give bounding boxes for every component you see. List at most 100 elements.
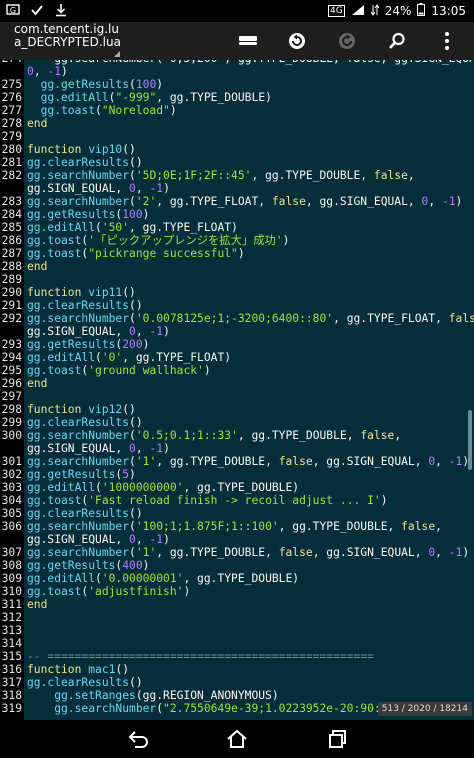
code-line[interactable]: 316 function mac1() bbox=[0, 663, 474, 676]
code-line[interactable]: 282 gg.searchNumber('5D;0E;1F;2F::45', gg… bbox=[0, 169, 474, 182]
code-line[interactable]: 300 gg.searchNumber('0.5;0.1;1::33', gg.T… bbox=[0, 429, 474, 442]
code-line[interactable]: 318 gg.setRanges(gg.REGION_ANONYMOUS) bbox=[0, 689, 474, 702]
code-text: gg.editAll('0', gg.TYPE_FLOAT) bbox=[27, 351, 231, 364]
code-line[interactable]: 309 gg.editAll('0.00000001', gg.TYPE_DOUB… bbox=[0, 572, 474, 585]
code-line[interactable]: 304 gg.toast('Fast reload finish -> recoi… bbox=[0, 494, 474, 507]
code-line[interactable]: 305 gg.clearResults() bbox=[0, 507, 474, 520]
code-text: end bbox=[27, 598, 47, 611]
code-text: gg.searchNumber('1', gg.TYPE_DOUBLE, fal… bbox=[27, 546, 469, 559]
code-token: ) bbox=[455, 195, 463, 208]
code-editor[interactable]: 274 gg.searchNumber('0;3;200', gg.TYPE_D… bbox=[0, 60, 474, 720]
code-line[interactable]: 278 end bbox=[0, 117, 474, 130]
code-line[interactable]: 313 bbox=[0, 624, 474, 637]
code-token: , bbox=[428, 195, 442, 208]
code-text: gg.searchNumber('100;1;1.875F;1::100', g… bbox=[27, 520, 442, 533]
code-line[interactable]: 299 gg.clearResults() bbox=[0, 416, 474, 429]
code-line[interactable]: 302 gg.getResults(5) bbox=[0, 468, 474, 481]
code-line[interactable]: 308 gg.getResults(400) bbox=[0, 559, 474, 572]
code-token: ( bbox=[129, 312, 136, 325]
code-token: ( bbox=[95, 221, 102, 234]
code-line[interactable]: 291 gg.clearResults() bbox=[0, 299, 474, 312]
undo-icon[interactable] bbox=[286, 30, 308, 52]
code-line[interactable]: gg.SIGN_EQUAL, 0, -1) bbox=[0, 325, 474, 338]
code-token: , gg.TYPE_FLOAT) bbox=[122, 351, 232, 364]
code-line[interactable]: 296 end bbox=[0, 377, 474, 390]
code-line[interactable]: 281 gg.clearResults() bbox=[0, 156, 474, 169]
code-text: gg.getResults(200) bbox=[27, 338, 149, 351]
code-token: , bbox=[407, 169, 415, 182]
code-text: gg.editAll('0.00000001', gg.TYPE_DOUBLE) bbox=[27, 572, 299, 585]
recent-apps-icon[interactable] bbox=[327, 729, 349, 749]
status-bar: G 4G 24% 13:05 bbox=[0, 0, 474, 22]
code-token: mac1 bbox=[88, 663, 116, 676]
code-token: ( bbox=[129, 429, 136, 442]
code-token: ( bbox=[95, 481, 102, 494]
code-token: end bbox=[27, 598, 48, 611]
code-token: (gg.REGION_ANONYMOUS) bbox=[135, 689, 279, 702]
code-line[interactable]: gg.SIGN_EQUAL, 0, -1) bbox=[0, 182, 474, 195]
code-text: gg.getResults(100) bbox=[27, 78, 163, 91]
code-line[interactable]: 285 gg.editAll('50', gg.TYPE_FLOAT) bbox=[0, 221, 474, 234]
code-line[interactable]: 279 bbox=[0, 130, 474, 143]
file-title[interactable]: com.tencent.ig.lua_DECRYPTED.lua bbox=[14, 23, 124, 61]
code-line[interactable]: 303 gg.editAll('1000000000', gg.TYPE_DOUB… bbox=[0, 481, 474, 494]
code-line[interactable]: 307 gg.searchNumber('1', gg.TYPE_DOUBLE, … bbox=[0, 546, 474, 559]
code-line[interactable]: gg.SIGN_EQUAL, 0, -1) bbox=[0, 533, 474, 546]
code-token: ) bbox=[163, 182, 170, 195]
search-icon[interactable] bbox=[386, 30, 408, 52]
code-line[interactable]: 315 -- ==================================… bbox=[0, 650, 474, 663]
code-line[interactable]: 294 gg.editAll('0', gg.TYPE_FLOAT) bbox=[0, 351, 474, 364]
code-line[interactable]: 280 function vip10() bbox=[0, 143, 474, 156]
code-text: function vip11() bbox=[27, 286, 136, 299]
code-line[interactable]: 297 bbox=[0, 390, 474, 403]
code-line[interactable]: 310 gg.toast('adjustfinish') bbox=[0, 585, 474, 598]
code-token: ) bbox=[380, 494, 388, 507]
code-line[interactable]: 288 end bbox=[0, 260, 474, 273]
code-line[interactable]: 301 gg.searchNumber('1', gg.TYPE_DOUBLE, … bbox=[0, 455, 474, 468]
overflow-menu-icon[interactable] bbox=[436, 30, 458, 52]
code-line[interactable]: gg.SIGN_EQUAL, 0, -1) bbox=[0, 442, 474, 455]
code-line[interactable]: 286 gg.toast('「ピックアップレンジを拡大」成功') bbox=[0, 234, 474, 247]
code-token: ) bbox=[183, 585, 191, 598]
line-number: 300 bbox=[1, 429, 22, 442]
code-token: -1 bbox=[448, 546, 463, 559]
code-line[interactable]: 0, -1) bbox=[0, 65, 474, 78]
code-line[interactable]: 287 gg.toast("pickrange successful") bbox=[0, 247, 474, 260]
home-icon[interactable] bbox=[226, 729, 248, 749]
code-token: vip10 bbox=[88, 143, 123, 156]
code-token: () bbox=[129, 416, 143, 429]
line-number: 285 bbox=[1, 221, 22, 234]
code-line[interactable]: 311 end bbox=[0, 598, 474, 611]
keyboard-icon[interactable] bbox=[237, 30, 259, 52]
redo-icon[interactable] bbox=[336, 30, 358, 52]
code-line[interactable]: 314 bbox=[0, 637, 474, 650]
code-line[interactable]: 292 gg.searchNumber('0.0078125e;1;-3200;6… bbox=[0, 312, 474, 325]
code-token: , bbox=[135, 442, 150, 455]
code-line[interactable]: 276 gg.editAll("-999", gg.TYPE_DOUBLE) bbox=[0, 91, 474, 104]
line-number: 284 bbox=[1, 208, 22, 221]
code-line[interactable]: 290 function vip11() bbox=[0, 286, 474, 299]
code-line[interactable]: 289 bbox=[0, 273, 474, 286]
code-line[interactable]: 312 bbox=[0, 611, 474, 624]
code-line[interactable]: 306 gg.searchNumber('100;1;1.875F;1::100'… bbox=[0, 520, 474, 533]
code-token: '100;1;1.875F;1::100' bbox=[135, 520, 279, 533]
code-line[interactable]: 298 function vip12() bbox=[0, 403, 474, 416]
code-line[interactable]: 277 gg.toast("Noreload") bbox=[0, 104, 474, 117]
back-icon[interactable] bbox=[127, 729, 149, 749]
scrollbar[interactable] bbox=[468, 410, 472, 470]
dropdown-indicator-icon[interactable] bbox=[114, 51, 120, 57]
code-token: '1000000000' bbox=[101, 481, 184, 494]
code-line[interactable]: 275 gg.getResults(100) bbox=[0, 78, 474, 91]
line-number: 312 bbox=[1, 611, 22, 624]
line-number: 299 bbox=[1, 416, 22, 429]
code-token: ) bbox=[142, 208, 150, 221]
code-line[interactable]: 283 gg.searchNumber('2', gg.TYPE_FLOAT, f… bbox=[0, 195, 474, 208]
code-line[interactable]: 295 gg.toast('ground wallhack') bbox=[0, 364, 474, 377]
line-number: 315 bbox=[1, 650, 22, 663]
code-line[interactable]: 317 gg.clearResults() bbox=[0, 676, 474, 689]
code-line[interactable]: 293 gg.getResults(200) bbox=[0, 338, 474, 351]
code-token: gg.SIGN_EQUAL, bbox=[27, 533, 130, 546]
code-line[interactable]: 284 gg.getResults(100) bbox=[0, 208, 474, 221]
code-token: 0 bbox=[27, 65, 34, 78]
code-token: gg.searchNumber bbox=[27, 702, 157, 715]
